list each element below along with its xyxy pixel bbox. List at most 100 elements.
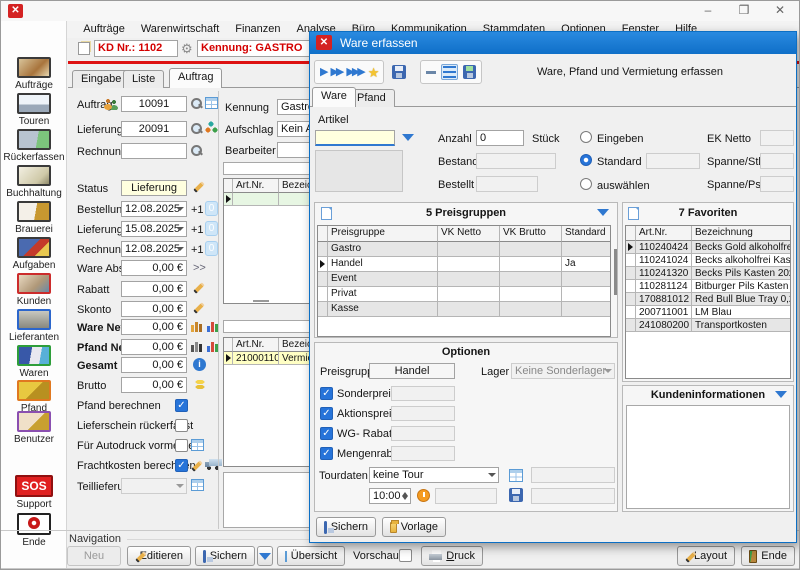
close-button[interactable]: ✕ bbox=[767, 4, 793, 18]
next-record-icon[interactable]: ▶ bbox=[320, 65, 325, 79]
list-view-toggle[interactable] bbox=[441, 64, 458, 80]
opt-lager-select[interactable]: Keine Sonderlager bbox=[511, 363, 615, 379]
favorit-row-110241320[interactable]: 110241320Becks Pils Kasten 20x0,5l bbox=[626, 267, 790, 280]
notes-box[interactable] bbox=[223, 472, 313, 528]
pfand-row-21000110[interactable]: 21000110 Vermietu bbox=[224, 352, 312, 365]
tour-save-icon[interactable] bbox=[509, 488, 523, 502]
layout-button[interactable]: Layout bbox=[677, 546, 735, 566]
ledger-icon[interactable] bbox=[17, 165, 51, 186]
deposit-icon[interactable] bbox=[17, 380, 51, 401]
teillieferung-select[interactable] bbox=[121, 478, 187, 494]
favorit-row-170881012[interactable]: 170881012Red Bull Blue Tray 0,25l bbox=[626, 293, 790, 306]
pfand-berechnen-checkbox[interactable]: ✓ bbox=[175, 399, 188, 412]
tour-table-icon[interactable] bbox=[509, 469, 523, 482]
note-icon[interactable] bbox=[78, 42, 90, 55]
autodruck-checkbox[interactable] bbox=[175, 439, 188, 452]
sichern-button[interactable]: Sichern bbox=[195, 546, 255, 566]
preisgruppe-row-handel[interactable]: HandelJa bbox=[318, 257, 610, 272]
preisgruppe-row-event[interactable]: Event bbox=[318, 272, 610, 287]
edit-status-icon[interactable] bbox=[193, 180, 206, 193]
rechnungsdatum-field[interactable]: 12.08.2025 bbox=[121, 241, 187, 257]
bestellung-date-field[interactable]: 12.08.2025 bbox=[121, 201, 187, 217]
bestellung-badge[interactable]: 0 bbox=[205, 201, 218, 216]
preisgruppe-row-gastro[interactable]: Gastro bbox=[318, 242, 610, 257]
sidebar-item-kunden[interactable]: Kunden bbox=[1, 296, 67, 307]
favorit-row-110281124[interactable]: 110281124Bitburger Pils Kasten 24x0,33 bbox=[626, 280, 790, 293]
rabatt-field[interactable]: 0,00 € bbox=[121, 281, 187, 297]
tab-auftrag[interactable]: Auftrag bbox=[169, 68, 222, 88]
fav-col-bezeichnung[interactable]: Bezeichnung bbox=[692, 226, 790, 241]
favorit-row-110240424[interactable]: 110240424Becks Gold alkoholfrei Kasten bbox=[626, 241, 790, 254]
lieferdatum-plus-one[interactable]: +1 bbox=[191, 224, 204, 237]
support-icon[interactable]: SOS bbox=[15, 475, 53, 497]
pfand-table[interactable]: Art.Nr. Bezeich 21000110 Vermietu bbox=[223, 337, 313, 467]
sichern-dropdown[interactable] bbox=[257, 546, 273, 566]
radio-auswaehlen[interactable] bbox=[580, 178, 592, 190]
position-input[interactable] bbox=[223, 162, 313, 175]
minimize-button[interactable]: – bbox=[695, 4, 721, 18]
uebersicht-button[interactable]: Übersicht bbox=[277, 546, 345, 566]
tab-eingabe[interactable]: Eingabe bbox=[72, 70, 130, 88]
sonderpreis-checkbox[interactable]: ✓ bbox=[320, 387, 333, 400]
status-dots-icon[interactable] bbox=[205, 121, 218, 134]
sidebar-item-aufgaben[interactable]: Aufgaben bbox=[1, 260, 67, 271]
lieferdatum-field[interactable]: 15.08.2025 bbox=[121, 221, 187, 237]
sidebar-item-waren[interactable]: Waren bbox=[1, 368, 67, 379]
sidebar-item-buchhaltung[interactable]: Buchhaltung bbox=[1, 188, 67, 199]
menu-warenwirtschaft[interactable]: Warenwirtschaft bbox=[133, 21, 227, 38]
pg-col-preisgruppe[interactable]: Preisgruppe bbox=[328, 226, 438, 242]
preisgruppen-collapse-icon[interactable] bbox=[597, 209, 609, 216]
kennung-value-field[interactable]: Gastro bbox=[277, 99, 313, 115]
skonto-field[interactable]: 0,00 € bbox=[121, 301, 187, 317]
radio-standard[interactable] bbox=[580, 154, 592, 166]
lieferung-nr-field[interactable]: 20091 bbox=[121, 121, 187, 137]
autodruck-table-icon[interactable] bbox=[191, 439, 204, 451]
frachtkosten-checkbox[interactable]: ✓ bbox=[175, 459, 188, 472]
ware-absolut-field[interactable]: 0,00 € bbox=[121, 260, 187, 276]
rechnungsdatum-badge[interactable]: 0 bbox=[205, 241, 218, 256]
tour-select[interactable]: keine Tour bbox=[369, 467, 499, 483]
pfand-input[interactable] bbox=[223, 320, 313, 333]
bestellung-plus-one[interactable]: +1 bbox=[191, 204, 204, 217]
fast-forward-icon[interactable]: ▶▶ bbox=[330, 65, 341, 79]
favorit-row-110241024[interactable]: 110241024Becks alkoholfrei Kasten 24 bbox=[626, 254, 790, 267]
lieferschein-checkbox[interactable] bbox=[175, 419, 188, 432]
sidebar-item-support[interactable]: Support bbox=[1, 499, 67, 510]
maximize-button[interactable]: ❒ bbox=[731, 4, 757, 18]
bearbeiter-field[interactable] bbox=[277, 142, 313, 158]
save-toolbar-icon[interactable] bbox=[392, 65, 406, 79]
position-table[interactable]: Art.Nr. Bezeich bbox=[223, 178, 313, 304]
splitter-handle[interactable] bbox=[253, 300, 269, 302]
tools-icon[interactable] bbox=[17, 237, 51, 258]
wg-rabatt-checkbox[interactable]: ✓ bbox=[320, 427, 333, 440]
preisgruppe-row-kasse[interactable]: Kasse bbox=[318, 302, 610, 317]
mengenrabatt-checkbox[interactable]: ✓ bbox=[320, 447, 333, 460]
sidebar-item-benutzer[interactable]: Benutzer bbox=[1, 434, 67, 445]
expand-icon[interactable]: >> bbox=[193, 262, 206, 275]
sidebar-item-auftraege[interactable]: Aufträge bbox=[1, 80, 67, 91]
edit-skonto-icon[interactable] bbox=[193, 301, 206, 314]
status-field[interactable]: Lieferung bbox=[121, 180, 187, 196]
artikel-input[interactable] bbox=[315, 130, 395, 146]
pos-col-artnr[interactable]: Art.Nr. bbox=[233, 179, 279, 193]
minimal-view-icon[interactable] bbox=[426, 71, 436, 74]
preisgruppen-scrollbar[interactable] bbox=[614, 249, 617, 295]
radio-eingeben[interactable] bbox=[580, 131, 592, 143]
sidebar-item-lieferanten[interactable]: Lieferanten bbox=[1, 332, 67, 343]
druck-button[interactable]: Druck bbox=[421, 546, 483, 566]
aktionspreis-checkbox[interactable]: ✓ bbox=[320, 407, 333, 420]
dialog-titlebar[interactable]: ✕ Ware erfassen bbox=[310, 32, 796, 54]
ende-button[interactable]: Ende bbox=[741, 546, 795, 566]
favorite-icon[interactable]: ★ bbox=[368, 66, 380, 79]
auftrag-field[interactable]: 10091 bbox=[121, 96, 187, 112]
sidebar-item-touren[interactable]: Touren bbox=[1, 116, 67, 127]
menu-finanzen[interactable]: Finanzen bbox=[227, 21, 288, 38]
pfand-col-artnr[interactable]: Art.Nr. bbox=[233, 338, 279, 352]
customers-icon[interactable] bbox=[17, 273, 51, 294]
preisgruppe-row-privat[interactable]: Privat bbox=[318, 287, 610, 302]
customer-contact-icon[interactable] bbox=[104, 98, 118, 110]
pg-col-vk-brutto[interactable]: VK Brutto bbox=[500, 226, 562, 242]
goods-icon[interactable] bbox=[17, 345, 51, 366]
new-position-row[interactable] bbox=[224, 193, 312, 206]
rechnung-nr-field[interactable] bbox=[121, 143, 187, 159]
